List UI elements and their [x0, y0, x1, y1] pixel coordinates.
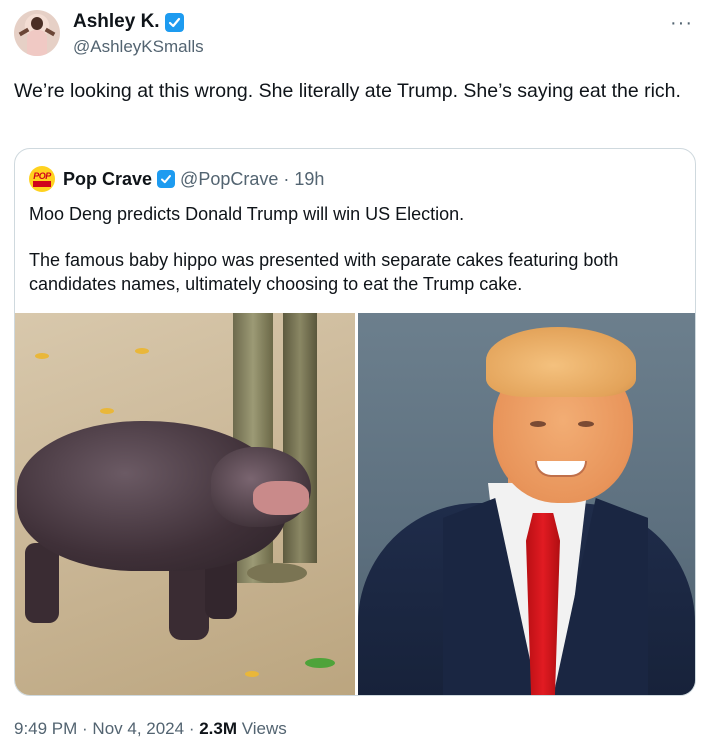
- hair: [486, 327, 636, 397]
- trump-photo-icon[interactable]: [358, 313, 695, 695]
- eye-right: [578, 421, 594, 427]
- quote-avatar[interactable]: POP: [29, 166, 55, 192]
- author-avatar[interactable]: [14, 10, 60, 56]
- tree-trunk: [283, 313, 317, 563]
- quote-header: POP Pop Crave @PopCrave · 19h: [29, 166, 324, 192]
- leaf: [100, 408, 114, 414]
- quote-author-handle: @PopCrave: [180, 168, 279, 189]
- author-name-row: Ashley K.: [73, 11, 184, 33]
- views-label: Views: [241, 719, 287, 738]
- quote-paragraph-1: Moo Deng predicts Donald Trump will win …: [29, 204, 465, 224]
- hippo-leg: [25, 543, 59, 623]
- more-options-icon[interactable]: ···: [670, 12, 693, 35]
- tweet-footer: 9:49 PM · Nov 4, 2024 · 2.3M Views: [14, 719, 287, 739]
- avatar-head: [31, 17, 43, 30]
- quote-avatar-logo-text: POP: [33, 171, 51, 181]
- smile: [535, 461, 587, 477]
- tweet-header: Ashley K. @AshleyKSmalls ···: [14, 10, 695, 62]
- tree-root: [247, 563, 307, 583]
- author-handle[interactable]: @AshleyKSmalls: [73, 37, 204, 57]
- red-tie: [526, 513, 560, 695]
- quote-avatar-stripe: [33, 181, 51, 187]
- quote-time: · 19h: [283, 168, 325, 189]
- leaf: [35, 353, 49, 359]
- tweet-text: We’re looking at this wrong. She literal…: [14, 80, 681, 102]
- quote-tweet-card[interactable]: POP Pop Crave @PopCrave · 19h Moo Deng p…: [14, 148, 696, 696]
- leaf: [305, 658, 335, 668]
- quote-verified-badge-icon: [157, 170, 176, 188]
- views-count[interactable]: 2.3M: [199, 719, 237, 738]
- quote-text: Moo Deng predicts Donald Trump will win …: [29, 202, 679, 296]
- avatar-body: [27, 30, 47, 56]
- quote-media-grid: [15, 313, 695, 695]
- quote-author-name: Pop Crave: [63, 168, 153, 189]
- leaf: [245, 671, 259, 677]
- timestamp[interactable]: 9:49 PM · Nov 4, 2024 ·: [14, 719, 194, 738]
- author-name[interactable]: Ashley K.: [73, 11, 160, 33]
- eye-left: [530, 421, 546, 427]
- hippo-snout: [253, 481, 309, 515]
- verified-badge-icon: [164, 12, 184, 32]
- leaf: [135, 348, 149, 354]
- quote-paragraph-2: The famous baby hippo was presented with…: [29, 250, 619, 294]
- hippo-photo-icon[interactable]: [15, 313, 355, 695]
